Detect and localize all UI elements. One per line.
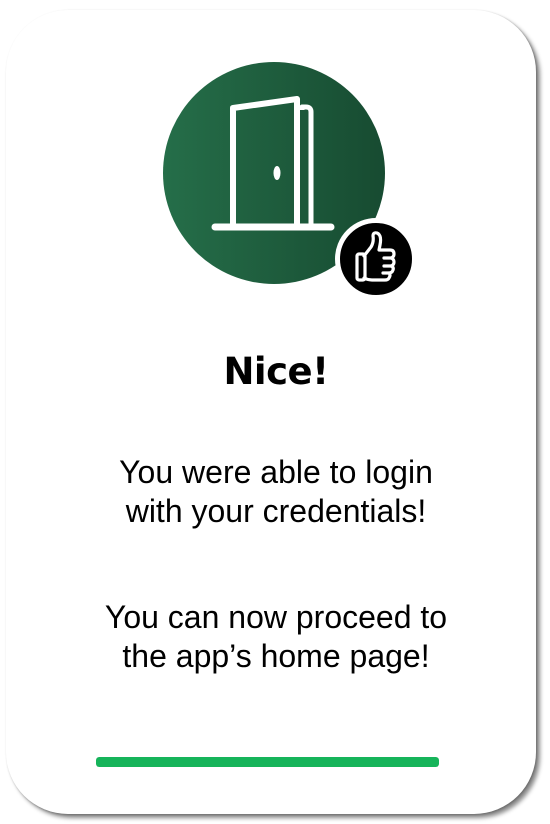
message-line: with your credentials!	[125, 493, 427, 529]
message-line: the app’s home page!	[122, 638, 430, 674]
thumbs-up-badge	[335, 218, 417, 300]
redirect-progress-bar	[96, 757, 439, 767]
message-line: You were able to login	[119, 454, 433, 490]
message-line: You can now proceed to	[104, 599, 448, 635]
progress-fill	[96, 757, 439, 767]
proceed-message: You can now proceed to the app’s home pa…	[6, 598, 546, 676]
success-card: Nice! You were able to login with your c…	[6, 10, 536, 814]
success-title: Nice!	[223, 350, 329, 393]
thumbs-up-icon	[355, 231, 396, 282]
login-success-message: You were able to login with your credent…	[6, 453, 546, 531]
